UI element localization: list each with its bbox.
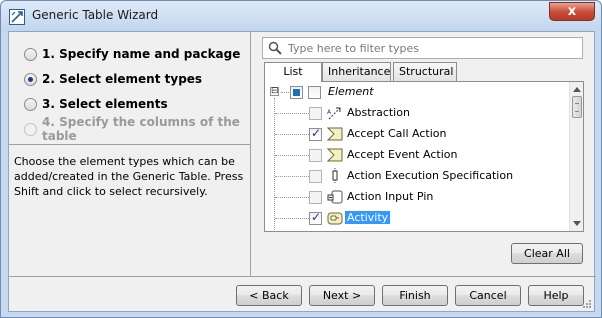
tree-item-label: Accept Event Action [347,148,458,161]
abstraction-icon: A [327,105,343,121]
resize-grip-icon[interactable] [582,299,592,309]
tree-item-accept-call-action[interactable]: Accept Call Action [265,124,565,145]
step-label: 3. Select elements [42,97,168,111]
window-title: Generic Table Wizard [32,8,159,22]
tree-item-label: Accept Call Action [347,127,447,140]
tree-item-activity[interactable]: Activity [265,208,565,229]
cancel-button[interactable]: Cancel [455,285,521,306]
step-radio [24,122,37,136]
step-radio[interactable] [24,47,37,61]
tree-root-element[interactable]: ⊟ Element [265,82,565,103]
tab-inheritance[interactable]: Inheritance [322,62,391,81]
tree-item-checkbox[interactable] [309,191,322,204]
scroll-down-icon[interactable] [573,221,581,226]
tree-item-label: Activity [345,211,391,224]
action-input-pin-icon [327,189,343,205]
tab-list[interactable]: List [264,62,322,82]
title-bar[interactable]: Generic Table Wizard x [1,1,601,31]
help-button[interactable]: Help [528,285,584,306]
accept-event-action-icon [326,147,343,163]
wizard-app-icon [9,9,25,25]
tree-item-checkbox[interactable] [309,107,322,120]
tree-item-action-input-pin[interactable]: Action Input Pin [265,187,565,208]
step-specify-name[interactable]: 1. Specify name and package [24,45,240,63]
tree-item-checkbox[interactable] [309,149,322,162]
tree-item-label: Action Execution Specification [347,169,514,182]
collapse-icon[interactable]: ⊟ [270,87,279,96]
tree-item-action-execution-specification[interactable]: Action Execution Specification [265,166,565,187]
type-filter-box[interactable] [262,37,583,59]
tree-root-label: Element [328,85,374,98]
tree-item-abstraction[interactable]: A Abstraction [265,103,565,124]
step-specify-columns: 4. Specify the columns of the table [24,115,250,143]
step-select-element-types[interactable]: 2. Select element types [24,70,202,88]
step-radio[interactable] [24,72,37,86]
step-label: 1. Specify name and package [42,47,241,61]
finish-button[interactable]: Finish [382,285,448,306]
tree-item-accept-event-action[interactable]: Accept Event Action [265,145,565,166]
element-type-tree[interactable]: ⊟ Element A Abstraction ✓ Accept Call Ac… [264,81,584,232]
scroll-up-icon[interactable] [573,87,581,92]
tree-scrollbar[interactable] [569,82,583,231]
step-description: Choose the element types which can be ad… [14,155,244,198]
tab-structural[interactable]: Structural [393,62,457,81]
scroll-thumb[interactable] [572,96,582,118]
wizard-content: 1. Specify name and package 2. Select el… [8,31,596,312]
search-icon [268,41,282,55]
wizard-window: Generic Table Wizard x 1. Specify name a… [0,0,602,318]
back-button[interactable]: < Back [236,285,302,306]
svg-text:A: A [327,109,332,116]
action-execution-specification-icon [327,168,343,184]
element-icon [308,86,321,99]
steps-divider [9,144,250,145]
tree-item-label: Abstraction [347,106,410,119]
type-filter-input[interactable] [286,39,576,57]
next-button[interactable]: Next > [309,285,375,306]
tree-item-checkbox[interactable] [309,170,322,183]
tree-connector [281,92,289,93]
tree-root-checkbox[interactable] [290,86,303,99]
accept-call-action-icon [326,126,343,142]
tree-item-checkbox[interactable] [309,210,322,225]
activity-icon [327,210,343,226]
tree-item-label: Action Input Pin [347,190,434,203]
step-select-elements[interactable]: 3. Select elements [24,95,168,113]
clear-all-button[interactable]: Clear All [511,243,583,264]
step-label: 2. Select element types [42,72,203,86]
tree-item-checkbox[interactable] [309,126,322,141]
footer-divider [9,276,596,277]
wizard-steps: 1. Specify name and package 2. Select el… [9,32,250,144]
panel-divider [250,32,251,276]
step-radio[interactable] [24,97,37,111]
step-label: 4. Specify the columns of the table [42,115,240,143]
close-button[interactable]: x [549,2,595,21]
